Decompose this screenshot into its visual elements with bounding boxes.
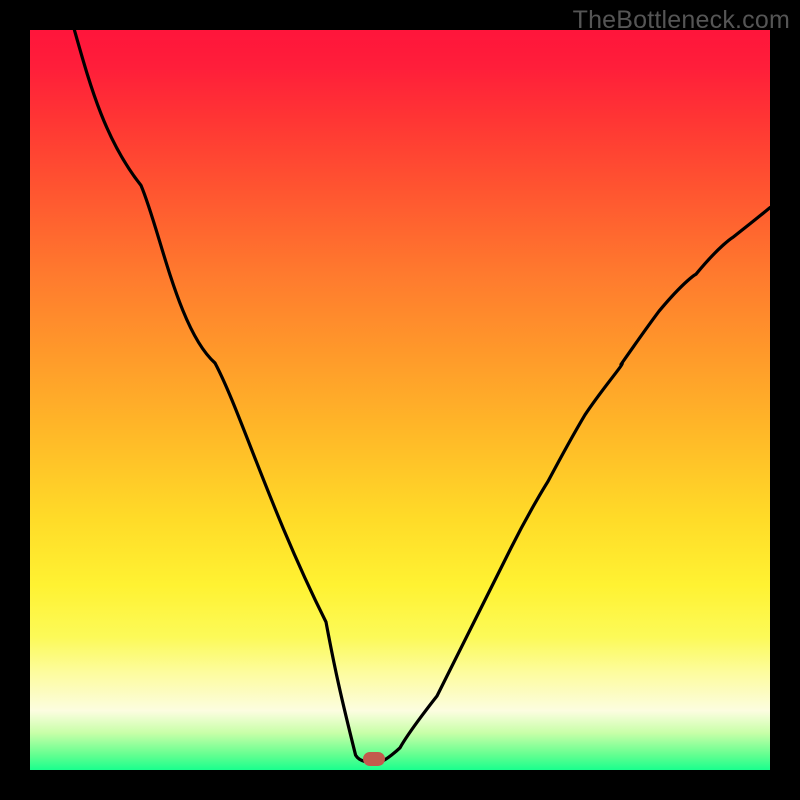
min-marker bbox=[363, 752, 385, 766]
curve-path bbox=[74, 30, 770, 763]
chart-frame: TheBottleneck.com bbox=[0, 0, 800, 800]
plot-area bbox=[30, 30, 770, 770]
bottleneck-curve bbox=[30, 30, 770, 770]
